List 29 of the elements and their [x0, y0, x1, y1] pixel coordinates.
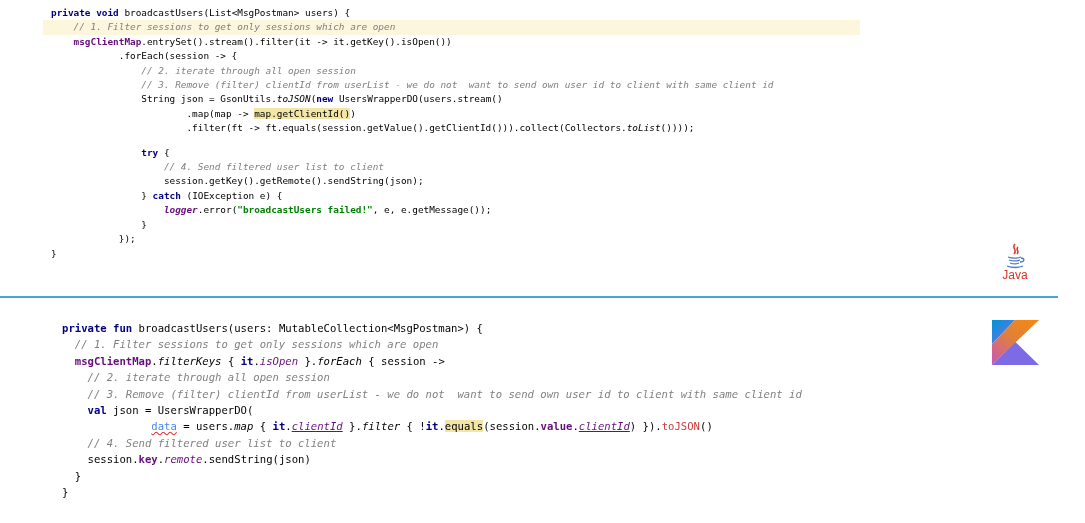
code-line: }	[140, 217, 148, 232]
code-line: // 1. Filter sessions to get only sessions which are open	[73, 337, 440, 353]
code-line: session.key.remote.sendString(json)	[86, 452, 312, 468]
code-line: }	[73, 468, 83, 484]
code-line: });	[117, 232, 137, 247]
code-line: // 3. Remove (filter) clientId from userList - we do not want to send own user id to client with same client id	[140, 78, 775, 93]
code-line: .forEach(session -> {	[117, 49, 239, 64]
code-line: .map(map -> map.getClientId())	[185, 106, 357, 121]
kotlin-logo-icon	[991, 320, 1039, 365]
code-line: String json = GsonUtils.toJSON(new UsersWrapperDO(users.stream()	[140, 92, 504, 107]
code-line: data = users.map { it.clientId }.filter { !it.equals(session.value.clientId) }).toJSON()	[150, 419, 714, 435]
code-line: // 3. Remove (filter) clientId from userList - we do not want to send own user id to client with same client id	[86, 386, 803, 402]
code-line: .filter(ft -> ft.equals(session.getValue().getClientId())).collect(Collectors.toList())));	[185, 121, 696, 136]
code-line: // 2. iterate through all open session	[86, 370, 331, 386]
code-line: // 4. Send filtered user list to client	[86, 435, 338, 451]
code-line: logger.error("broadcastUsers failed!", e, e.getMessage());	[162, 203, 493, 218]
code-line: msgClientMap.filterKeys { it.isOpen }.forEach { session ->	[73, 353, 446, 369]
code-line: try {	[140, 145, 171, 160]
code-line: private fun broadcastUsers(users: MutableCollection<MsgPostman>) {	[61, 321, 484, 336]
code-line: // 2. iterate through all open session	[140, 63, 357, 78]
code-line: msgClientMap.entrySet().stream().filter(it -> it.getKey().isOpen())	[72, 34, 453, 49]
code-line: } catch (IOException e) {	[140, 188, 284, 203]
code-line: private void broadcastUsers(List<MsgPostman> users) {	[50, 6, 352, 20]
code-line: val json = UsersWrapperDO(	[86, 403, 255, 419]
code-line: }	[61, 485, 70, 501]
code-line: // 4. Send filtered user list to client	[162, 160, 385, 175]
code-line: }	[50, 246, 58, 261]
code-line: session.getKey().getRemote().sendString(json);	[162, 174, 425, 189]
logo-text: Java	[1002, 269, 1028, 282]
